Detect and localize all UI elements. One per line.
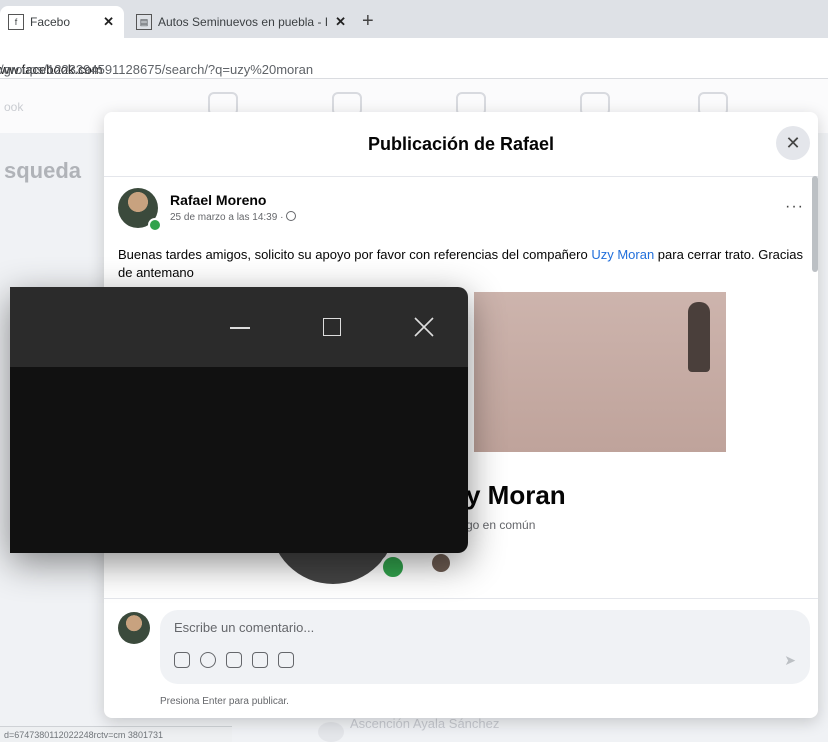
online-status-icon (380, 554, 406, 580)
close-modal-button[interactable]: ✕ (776, 126, 810, 160)
post-text: Buenas tardes amigos, solicito su apoyo … (118, 246, 808, 282)
tab-facebook[interactable]: f Facebo ✕ (0, 6, 124, 38)
page-favicon-icon: ▤ (136, 14, 152, 30)
tab-label: Autos Seminuevos en puebla - I (158, 15, 329, 29)
enter-hint: Presiona Enter para publicar. (160, 696, 289, 707)
parachutist-image (688, 302, 710, 372)
avatar (318, 722, 344, 742)
post-timestamp[interactable]: 25 de marzo a las 14:39 · (170, 211, 297, 223)
tab-close-icon[interactable]: ✕ (103, 14, 114, 30)
modal-header: Publicación de Rafael ✕ (104, 112, 818, 177)
comment-input[interactable]: Escribe un comentario... (174, 620, 314, 635)
scrollbar[interactable] (812, 176, 818, 272)
overlay-window (10, 287, 468, 553)
post-author[interactable]: Rafael Moreno (170, 192, 266, 208)
browser-tab-bar: f Facebo ✕ ▤ Autos Seminuevos en puebla … (0, 0, 828, 38)
online-status-icon (148, 218, 162, 232)
search-heading: squeda (4, 158, 82, 183)
new-tab-button[interactable]: + (362, 10, 374, 33)
comment-composer[interactable]: Escribe un comentario... ➤ (160, 610, 810, 684)
brand-fragment: ook (4, 100, 24, 114)
tab-close-icon[interactable]: ✕ (335, 14, 346, 30)
camera-icon[interactable] (226, 652, 242, 668)
timestamp-text: 25 de marzo a las 14:39 · (170, 212, 287, 223)
window-content (10, 367, 468, 553)
close-x-glyph (414, 317, 434, 337)
facebook-favicon-icon: f (8, 14, 24, 30)
address-bar[interactable]: ww.facebook.com/groups/1223394591128675/… (0, 38, 828, 79)
status-url: d=6747380112022248rctv=cm 3801731 (0, 726, 232, 742)
post-text-part: Buenas tardes amigos, solicito su apoyo … (118, 247, 592, 262)
mutual-friends-text: go en común (466, 518, 536, 532)
divider (104, 598, 818, 599)
close-window-icon[interactable] (410, 313, 438, 341)
shared-profile-name[interactable]: y Moran (466, 480, 566, 511)
send-icon[interactable]: ➤ (784, 652, 796, 669)
member-name[interactable]: Ascención Ayala Sánchez (350, 716, 499, 731)
mention-link[interactable]: Uzy Moran (591, 247, 654, 262)
emoji-icon[interactable] (200, 652, 216, 668)
commenter-avatar[interactable] (118, 612, 150, 644)
mutual-friend-avatar (432, 554, 450, 572)
tab-autos-seminuevos[interactable]: ▤ Autos Seminuevos en puebla - I ✕ (130, 6, 356, 38)
modal-title: Publicación de Rafael (367, 134, 555, 154)
minimize-icon[interactable] (226, 313, 254, 341)
window-title-bar[interactable] (10, 287, 468, 367)
more-options-icon[interactable]: ··· (785, 198, 804, 216)
avatar-sticker-icon[interactable] (278, 652, 294, 668)
sticker-icon[interactable] (174, 652, 190, 668)
maximize-icon[interactable] (318, 313, 346, 341)
gif-icon[interactable] (252, 652, 268, 668)
url-path: /groups/1223394591128675/search/?q=uzy%2… (0, 62, 314, 77)
globe-icon (286, 211, 297, 221)
tab-label: Facebo (30, 15, 71, 29)
